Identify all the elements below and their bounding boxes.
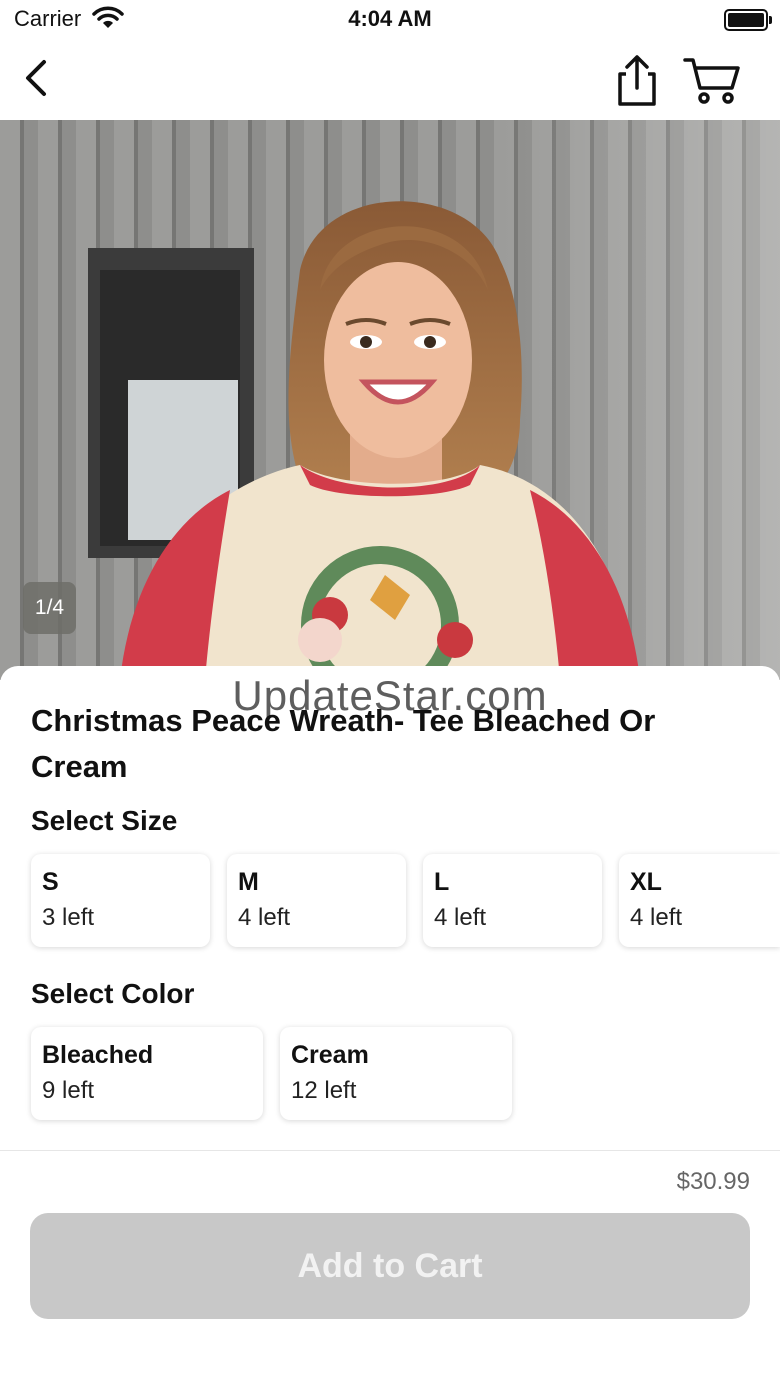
clock: 4:04 AM xyxy=(348,6,432,31)
size-name: XL xyxy=(630,868,662,896)
product-image[interactable] xyxy=(0,120,780,680)
select-size-label: Select Size xyxy=(31,805,178,836)
product-photo xyxy=(0,120,780,680)
back-chevron-icon[interactable] xyxy=(16,56,60,100)
select-color-label: Select Color xyxy=(31,978,195,1009)
size-option-m[interactable]: M 4 left xyxy=(227,854,406,947)
product-title: Christmas Peace Wreath- Tee Bleached Or … xyxy=(31,703,656,784)
size-stock: 4 left xyxy=(238,904,291,931)
battery-icon xyxy=(724,9,772,31)
size-option-l[interactable]: L 4 left xyxy=(423,854,602,947)
color-name: Bleached xyxy=(42,1041,154,1069)
cart-icon[interactable] xyxy=(682,54,742,106)
color-option-cream[interactable]: Cream 12 left xyxy=(280,1027,512,1120)
image-counter-badge: 1/4 xyxy=(23,582,76,634)
product-price: $30.99 xyxy=(676,1168,750,1195)
add-to-cart-button[interactable]: Add to Cart xyxy=(30,1213,750,1319)
size-name: L xyxy=(434,868,450,896)
status-bar: Carrier 4:04 AM xyxy=(0,0,780,40)
size-name: S xyxy=(42,868,59,896)
size-name: M xyxy=(238,868,259,896)
color-option-bleached[interactable]: Bleached 9 left xyxy=(31,1027,263,1120)
size-stock: 4 left xyxy=(630,904,683,931)
size-option-xl[interactable]: XL 4 left xyxy=(619,854,780,947)
color-stock: 9 left xyxy=(42,1077,95,1104)
size-stock: 4 left xyxy=(434,904,487,931)
color-stock: 12 left xyxy=(291,1077,357,1104)
color-name: Cream xyxy=(291,1041,369,1069)
share-icon[interactable] xyxy=(612,52,662,108)
size-option-s[interactable]: S 3 left xyxy=(31,854,210,947)
nav-bar xyxy=(0,40,780,120)
size-stock: 3 left xyxy=(42,904,95,931)
